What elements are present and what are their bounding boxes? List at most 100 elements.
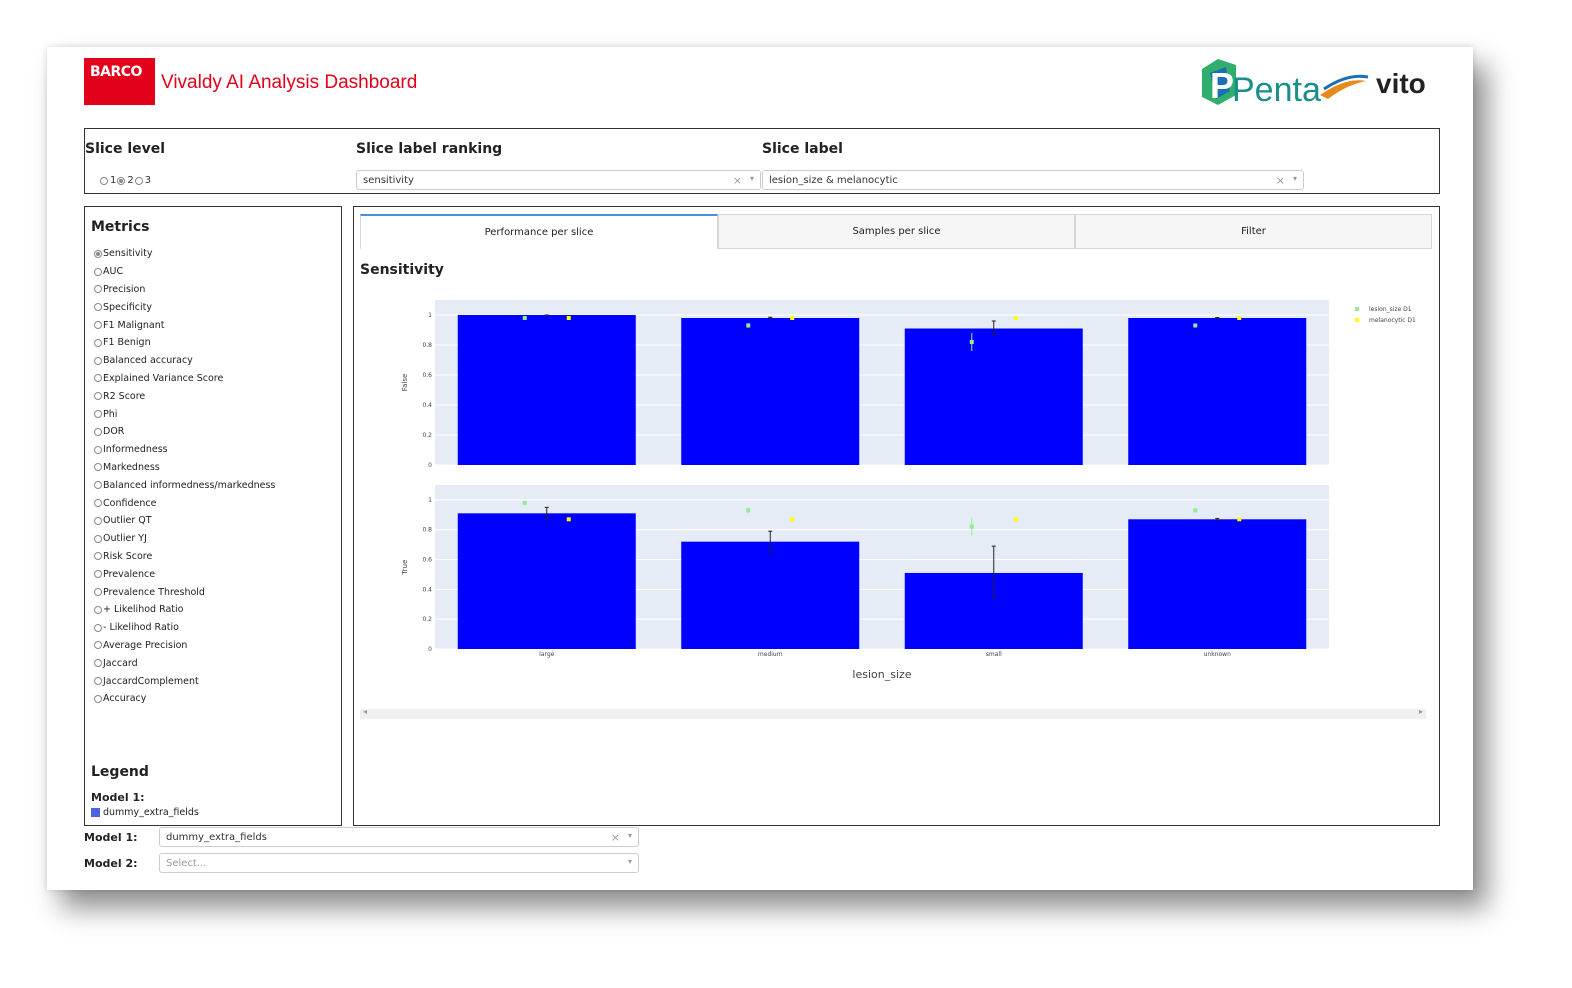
metric-radio[interactable] <box>94 356 102 365</box>
clear-icon[interactable]: × <box>733 174 742 187</box>
slice-level-radio-3[interactable] <box>134 176 143 185</box>
metric-radio[interactable] <box>94 249 102 258</box>
metric-option[interactable]: JaccardComplement <box>94 672 275 690</box>
metric-radio[interactable] <box>94 481 102 490</box>
metric-label: Phi <box>103 408 118 420</box>
metric-radio[interactable] <box>94 605 102 614</box>
metric-radio[interactable] <box>94 445 102 454</box>
metric-option[interactable]: AUC <box>94 263 275 281</box>
metric-radio[interactable] <box>94 534 102 543</box>
metric-radio[interactable] <box>94 463 102 472</box>
metric-option[interactable]: Accuracy <box>94 690 275 708</box>
metric-radio[interactable] <box>94 552 102 561</box>
metric-radio[interactable] <box>94 285 102 294</box>
slice-label-ranking-dropdown[interactable]: sensitivity × ▾ <box>356 170 761 190</box>
metric-option[interactable]: Jaccard <box>94 654 275 672</box>
metric-option[interactable]: Balanced accuracy <box>94 352 275 370</box>
scroll-left-icon[interactable]: ◂ <box>363 707 367 716</box>
slice-level-label: Slice level <box>85 141 166 157</box>
metric-label: Informedness <box>103 444 168 456</box>
metric-option[interactable]: F1 Malignant <box>94 316 275 334</box>
tab-label: Samples per slice <box>852 226 941 237</box>
y-tick-label: 0.2 <box>422 616 432 623</box>
metric-label: Balanced accuracy <box>103 355 193 367</box>
clear-icon[interactable]: × <box>611 831 620 844</box>
metric-option[interactable]: R2 Score <box>94 387 275 405</box>
chevron-down-icon[interactable]: ▾ <box>750 174 754 183</box>
metric-radio[interactable] <box>94 677 102 686</box>
metric-option[interactable]: Risk Score <box>94 548 275 566</box>
melanocytic-point <box>1013 517 1018 522</box>
metric-option[interactable]: Markedness <box>94 459 275 477</box>
metric-option[interactable]: Specificity <box>94 298 275 316</box>
metric-radio[interactable] <box>94 588 102 597</box>
metric-option[interactable]: Precision <box>94 281 275 299</box>
metric-option[interactable]: Phi <box>94 405 275 423</box>
metric-radio[interactable] <box>94 499 102 508</box>
metrics-radio-list: Sensitivity AUC Precision Specificity F1 Mal… <box>94 245 275 708</box>
metric-radio[interactable] <box>94 427 102 436</box>
melanocytic-point <box>1237 316 1242 320</box>
y-tick-label: 0 <box>428 646 432 653</box>
metric-radio[interactable] <box>94 659 102 668</box>
tab-performance-per-slice[interactable]: Performance per slice <box>360 214 718 249</box>
metric-option[interactable]: Explained Variance Score <box>94 370 275 388</box>
metric-radio[interactable] <box>94 516 102 525</box>
metric-label: + Likelihod Ratio <box>103 604 184 616</box>
melanocytic-point <box>1013 316 1018 320</box>
tab-samples-per-slice[interactable]: Samples per slice <box>718 214 1075 249</box>
metric-radio[interactable] <box>94 267 102 276</box>
clear-icon[interactable]: × <box>1276 174 1285 187</box>
metric-radio[interactable] <box>94 374 102 383</box>
metric-option[interactable]: - Likelihod Ratio <box>94 619 275 637</box>
model2-dropdown[interactable]: Select... ▾ <box>159 853 639 873</box>
metric-option[interactable]: Balanced informedness/markedness <box>94 476 275 494</box>
metric-option[interactable]: + Likelihod Ratio <box>94 601 275 619</box>
slice-level-option-label: 2 <box>127 175 134 186</box>
metric-option[interactable]: Sensitivity <box>94 245 275 263</box>
metric-radio[interactable] <box>94 392 102 401</box>
metric-radio[interactable] <box>94 338 102 347</box>
metric-radio[interactable] <box>94 641 102 650</box>
metric-option[interactable]: Prevalence Threshold <box>94 583 275 601</box>
chevron-down-icon[interactable]: ▾ <box>628 831 632 840</box>
slice-level-radio-2[interactable] <box>117 176 126 185</box>
metric-label: Precision <box>103 283 146 295</box>
metric-option[interactable]: Average Precision <box>94 637 275 655</box>
metric-option[interactable]: Outlier YJ <box>94 530 275 548</box>
lesion-size-point <box>746 323 751 328</box>
x-tick-label: large <box>539 651 555 658</box>
scroll-right-icon[interactable]: ▸ <box>1419 707 1423 716</box>
horizontal-scrollbar[interactable]: ◂ ▸ <box>360 707 1426 719</box>
chevron-down-icon[interactable]: ▾ <box>628 857 632 866</box>
melanocytic-point <box>790 517 795 522</box>
slice-label-value: lesion_size & melanocytic <box>769 174 898 186</box>
slice-label-dropdown[interactable]: lesion_size & melanocytic × ▾ <box>762 170 1304 190</box>
metric-radio[interactable] <box>94 694 102 703</box>
metric-option[interactable]: F1 Benign <box>94 334 275 352</box>
metric-radio[interactable] <box>94 410 102 419</box>
melanocytic-point <box>566 517 571 522</box>
model2-placeholder: Select... <box>166 857 207 869</box>
slice-level-radio-group: 1 2 3 <box>100 175 151 186</box>
model1-dropdown[interactable]: dummy_extra_fields × ▾ <box>159 827 639 847</box>
chevron-down-icon[interactable]: ▾ <box>1293 174 1297 183</box>
slice-level-radio-1[interactable] <box>100 176 108 185</box>
metric-option[interactable]: Confidence <box>94 494 275 512</box>
bar <box>904 328 1083 465</box>
metric-option[interactable]: Prevalence <box>94 565 275 583</box>
metric-label: F1 Malignant <box>103 319 165 331</box>
metric-radio[interactable] <box>94 570 102 579</box>
metric-radio[interactable] <box>94 623 102 632</box>
metric-option[interactable]: Informedness <box>94 441 275 459</box>
metric-radio[interactable] <box>94 303 102 312</box>
legend-item-label: dummy_extra_fields <box>103 807 199 818</box>
metric-radio[interactable] <box>94 321 102 330</box>
metric-label: Sensitivity <box>103 248 153 260</box>
chart-legend-label: lesion_size D1 <box>1369 306 1412 313</box>
metric-option[interactable]: Outlier QT <box>94 512 275 530</box>
metric-option[interactable]: DOR <box>94 423 275 441</box>
chart-legend-label: melanocytic D1 <box>1369 317 1416 324</box>
tab-filter[interactable]: Filter <box>1075 214 1432 249</box>
melanocytic-point <box>1237 517 1242 522</box>
